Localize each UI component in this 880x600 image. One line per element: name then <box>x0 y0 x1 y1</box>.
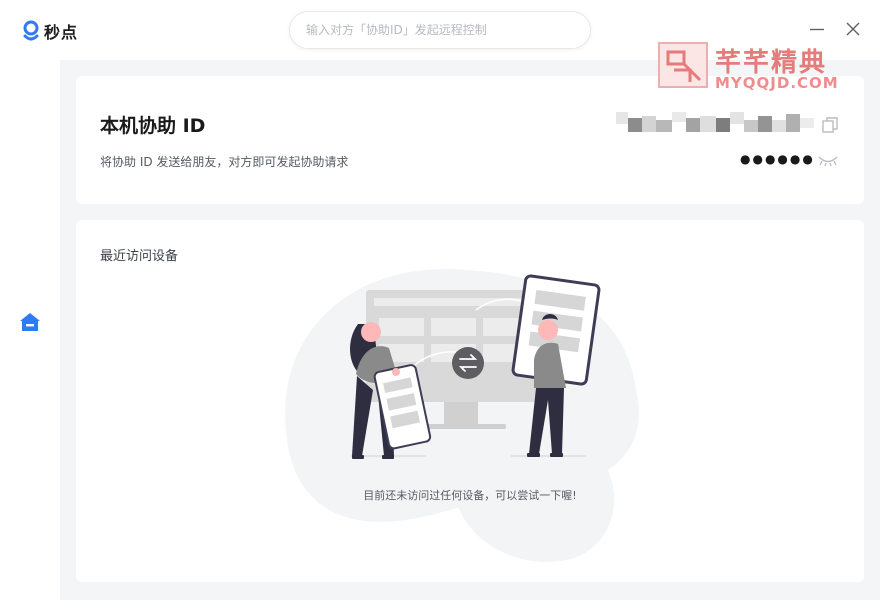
miaodian-logo-icon <box>23 20 39 41</box>
watermark-logo <box>658 42 708 88</box>
empty-state-text: 目前还未访问过任何设备，可以尝试一下喔! <box>363 489 577 502</box>
sidebar <box>0 60 60 600</box>
recent-devices-card: 最近访问设备 目前还未访问过任何设备，可以尝试一下喔! <box>76 220 864 582</box>
watermark-subtitle: MYQQJD.COM <box>715 74 839 92</box>
empty-state-illustration <box>285 269 639 562</box>
local-id-value-pixelated <box>616 112 814 132</box>
local-id-description: 将协助 ID 发送给朋友，对方即可发起协助请求 <box>100 155 349 169</box>
remote-id-search[interactable] <box>289 11 591 49</box>
app-logo: 秒点 <box>22 19 78 43</box>
remote-id-input[interactable] <box>306 23 574 37</box>
watermark: 芊芊精典 MYQQJD.COM <box>658 42 848 94</box>
eye-closed-icon[interactable] <box>818 155 838 167</box>
local-id-title: 本机协助 ID <box>100 115 206 137</box>
close-icon[interactable] <box>844 20 862 38</box>
copy-icon[interactable] <box>822 117 838 133</box>
local-id-card: 本机协助 ID 将协助 ID 发送给朋友，对方即可发起协助请求 ●●●●●● <box>76 76 864 204</box>
access-password-masked: ●●●●●● <box>740 152 815 166</box>
home-icon[interactable] <box>19 312 41 332</box>
minimize-icon[interactable] <box>808 20 826 38</box>
recent-devices-title: 最近访问设备 <box>100 249 179 264</box>
app-name: 秒点 <box>44 23 79 42</box>
